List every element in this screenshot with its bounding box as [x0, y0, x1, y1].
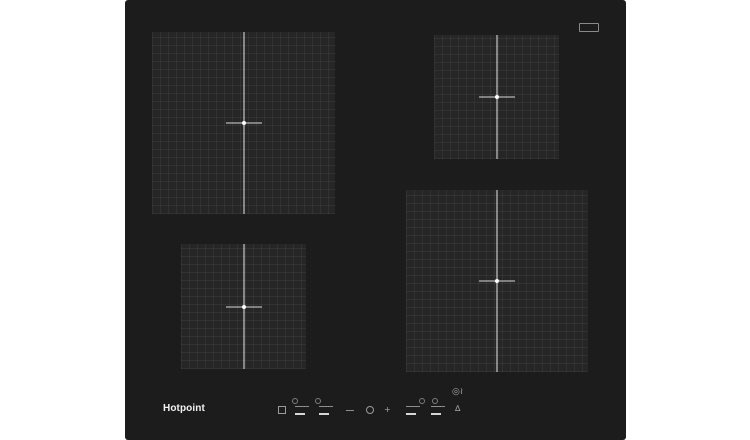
minus-icon[interactable] — [346, 410, 354, 411]
slider-segment[interactable] — [319, 406, 333, 407]
lock-icon[interactable]: ∆ — [455, 405, 460, 413]
cooking-zone-rear-left — [181, 244, 306, 369]
zone-center-dot — [241, 121, 246, 125]
zone-center-dot — [241, 304, 246, 309]
status-window — [579, 23, 599, 32]
power-icon[interactable] — [278, 406, 286, 414]
timer-icon[interactable] — [366, 406, 374, 414]
slider-segment-active[interactable] — [295, 413, 305, 415]
cooking-zone-rear-right — [406, 190, 588, 372]
brand-logo: Hotpoint — [163, 403, 205, 414]
induction-hob: Hotpoint + ∆ ◎≀ — [125, 0, 626, 440]
slider-segment[interactable] — [406, 406, 420, 407]
zone-indicator-led — [419, 398, 425, 404]
slider-segment[interactable] — [295, 406, 309, 407]
cooking-zone-front-left — [152, 32, 335, 214]
zone-indicator-led — [432, 398, 438, 404]
zone-center-dot — [494, 95, 499, 99]
slider-segment-active[interactable] — [319, 413, 329, 415]
slider-segment-active[interactable] — [406, 413, 416, 415]
zone-indicator-led — [315, 398, 321, 404]
zone-center-dot — [495, 279, 499, 283]
plus-icon[interactable]: + — [384, 406, 391, 414]
slider-segment-active[interactable] — [431, 413, 441, 415]
wifi-icon: ◎≀ — [452, 387, 464, 397]
slider-segment[interactable] — [431, 406, 445, 407]
cooking-zone-front-right — [434, 35, 559, 159]
zone-indicator-led — [292, 398, 298, 404]
